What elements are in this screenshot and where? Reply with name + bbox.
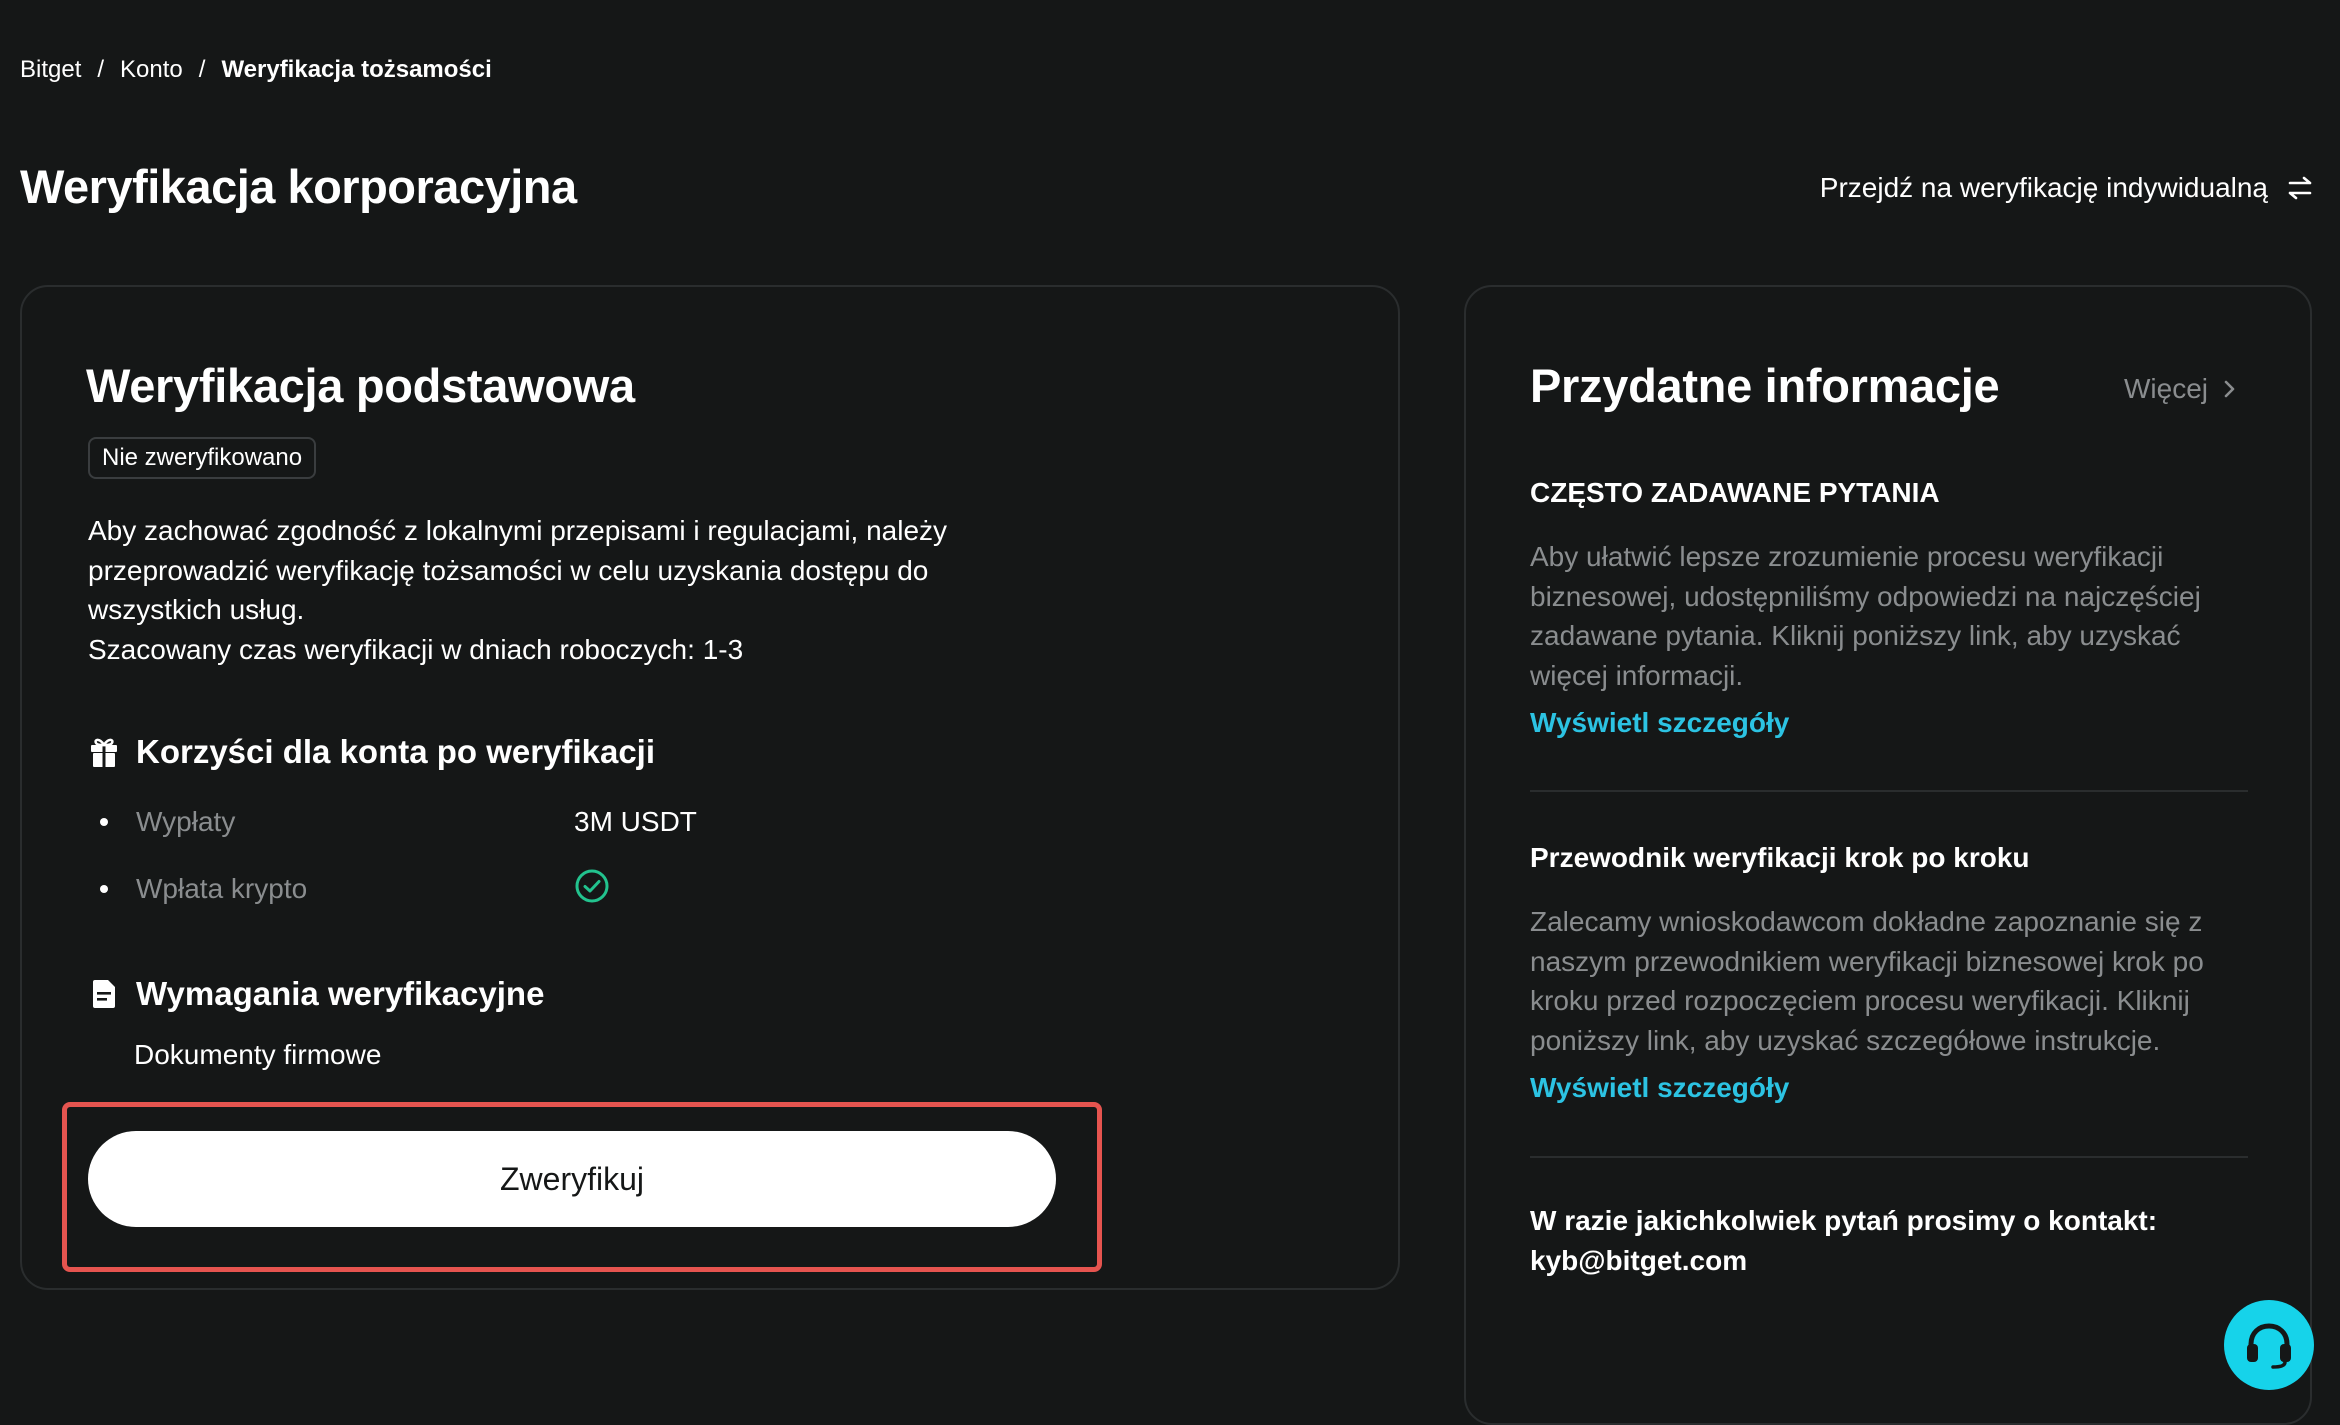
faq-text-line: więcej informacji. (1530, 659, 1744, 691)
contact-info: W razie jakichkolwiek pytań prosimy o ko… (1530, 1201, 2270, 1281)
description-line: przeprowadzić weryfikację tożsamości w c… (88, 554, 929, 586)
page-title: Weryfikacja korporacyjna (20, 160, 577, 213)
benefit-label: Wypłaty (136, 806, 236, 837)
description-line: Szacowany czas weryfikacji w dniach robo… (88, 633, 744, 665)
benefit-row: Wpłata krypto (100, 869, 610, 909)
breadcrumb-item-bitget[interactable]: Bitget (20, 56, 81, 84)
faq-section: CZĘSTO ZADAWANE PYTANIA Aby ułatwić leps… (1530, 473, 2248, 743)
bullet (100, 885, 108, 893)
more-link-label: Więcej (2123, 373, 2208, 404)
benefit-value: 3M USDT (574, 806, 697, 837)
divider (1530, 790, 2248, 792)
divider (1530, 1156, 2248, 1158)
benefits-heading-label: Korzyści dla konta po weryfikacji (136, 733, 656, 770)
contact-email[interactable]: kyb@bitget.com (1530, 1241, 2270, 1281)
faq-text-line: Aby ułatwić lepsze zrozumienie procesu w… (1530, 541, 2164, 572)
swap-icon (2288, 176, 2312, 200)
check-circle-icon (574, 868, 610, 911)
guide-text-line: poniższy link, aby uzyskać szczegółowe i… (1530, 1024, 2161, 1056)
benefit-label: Wpłata krypto (136, 873, 308, 904)
gift-icon (88, 736, 120, 768)
guide-details-link[interactable]: Wyświetl szczegóły (1530, 1068, 1789, 1108)
guide-heading: Przewodnik weryfikacji krok po kroku (1530, 842, 2030, 873)
benefit-row: Wypłaty 3M USDT (100, 802, 697, 842)
guide-text-line: naszym przewodnikiem weryfikacji bizneso… (1530, 945, 2204, 977)
switch-link-label: Przejdź na weryfikację indywidualną (1819, 172, 2268, 203)
guide-text: Zalecamy wnioskodawcom dokładne zapoznan… (1530, 902, 2248, 1060)
verify-button[interactable]: Zweryfikuj (88, 1131, 1056, 1227)
faq-text: Aby ułatwić lepsze zrozumienie procesu w… (1530, 537, 2248, 695)
breadcrumb-item-konto[interactable]: Konto (120, 56, 183, 84)
verification-description: Aby zachować zgodność z lokalnymi przepi… (88, 511, 1048, 669)
chevron-right-icon (2224, 380, 2235, 398)
card-title: Weryfikacja podstawowa (86, 359, 635, 412)
switch-to-individual-link[interactable]: Przejdź na weryfikację indywidualną (1820, 168, 2314, 208)
benefits-heading: Korzyści dla konta po weryfikacji (88, 733, 655, 771)
breadcrumb-separator: / (97, 56, 105, 83)
breadcrumb-separator: / (198, 56, 206, 83)
document-icon (88, 978, 120, 1010)
requirements-heading-label: Wymagania weryfikacyjne (136, 975, 545, 1012)
faq-text-line: zadawane pytania. Kliknij poniższy link,… (1530, 620, 2181, 651)
faq-text-line: biznesowej, udostępniliśmy odpowiedzi na… (1530, 580, 2201, 612)
bullet (100, 818, 108, 826)
headset-icon (2247, 1323, 2291, 1369)
status-badge: Nie zweryfikowano (88, 437, 317, 479)
useful-info-card: Przydatne informacje Więcej CZĘSTO ZADAW… (1464, 285, 2312, 1425)
faq-heading: CZĘSTO ZADAWANE PYTANIA (1530, 477, 1940, 508)
guide-text-line: Zalecamy wnioskodawcom dokładne zapoznan… (1530, 906, 2203, 937)
support-chat-button[interactable] (2224, 1300, 2314, 1390)
description-line: Aby zachować zgodność z lokalnymi przepi… (88, 515, 948, 546)
breadcrumb: Bitget / Konto / Weryfikacja tożsamości (20, 52, 492, 88)
requirement-item: Dokumenty firmowe (134, 1039, 382, 1070)
info-card-title: Przydatne informacje (1530, 359, 2000, 412)
requirements-heading: Wymagania weryfikacyjne (88, 975, 544, 1013)
basic-verification-card: Weryfikacja podstawowa Nie zweryfikowano… (20, 285, 1400, 1290)
faq-details-link[interactable]: Wyświetl szczegóły (1530, 703, 1789, 743)
contact-line: W razie jakichkolwiek pytań prosimy o ko… (1530, 1205, 2158, 1236)
description-line: wszystkich usług. (88, 594, 305, 625)
guide-text-line: kroku przed rozpoczęciem procesu weryfik… (1530, 985, 2190, 1016)
more-link[interactable]: Więcej (2124, 367, 2236, 411)
breadcrumb-current: Weryfikacja tożsamości (221, 56, 492, 83)
guide-section: Przewodnik weryfikacji krok po kroku Zal… (1530, 838, 2248, 1108)
